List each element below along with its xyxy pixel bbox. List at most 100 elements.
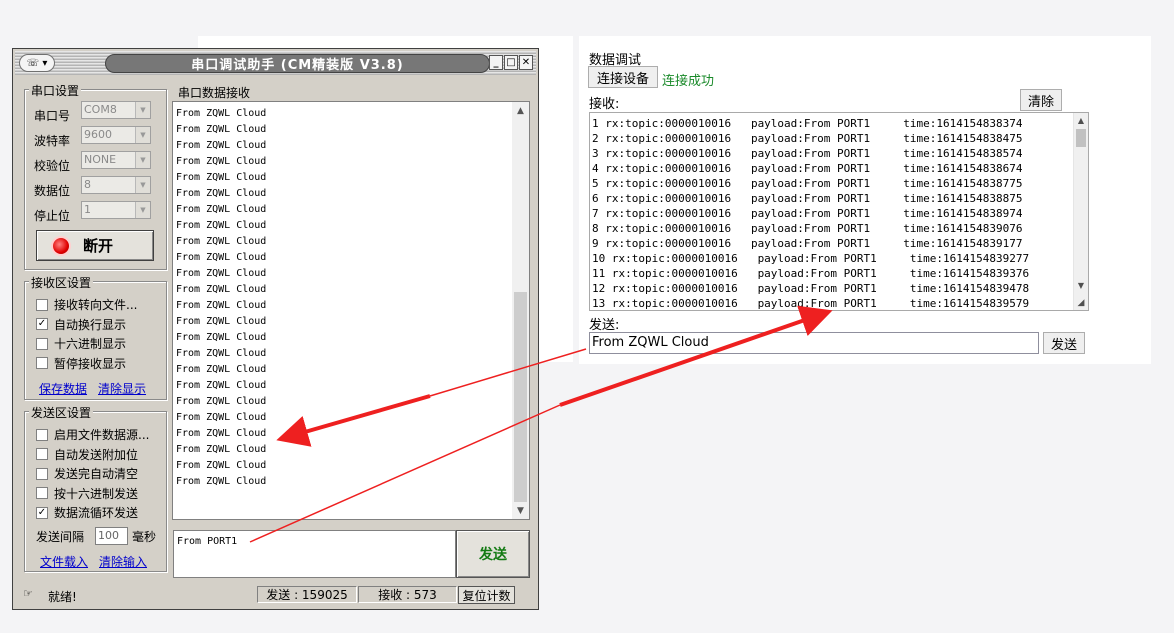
status-bar: ☞ 就绪! 发送 : 159025 接收 : 573 复位计数 <box>16 584 535 606</box>
save-data-link[interactable]: 保存数据 <box>39 380 87 397</box>
rx-line: From ZQWL Cloud <box>176 428 267 439</box>
receive-line: 9 rx:topic:0000010016 payload:From PORT1… <box>592 237 1023 250</box>
rx-scrollbar[interactable]: ▲ ▼ <box>512 102 529 519</box>
stopbits-label: 停止位 <box>34 209 71 223</box>
option-label: 启用文件数据源... <box>54 428 150 442</box>
option-row[interactable]: 暂停接收显示 <box>36 355 126 372</box>
rx-line: From ZQWL Cloud <box>176 252 267 263</box>
databits-select[interactable]: 8 ▼ <box>81 176 151 194</box>
checkbox-icon[interactable] <box>36 487 48 499</box>
status-icon: ☞ <box>23 587 33 600</box>
web-debug-panel: 数据调试 连接设备 连接成功 接收: 清除 1 rx:topic:0000010… <box>579 36 1151 364</box>
rx-line: From ZQWL Cloud <box>176 332 267 343</box>
scroll-down-icon[interactable]: ▼ <box>512 502 529 519</box>
databits-value: 8 <box>84 178 91 191</box>
port-label: 串口号 <box>34 109 71 123</box>
clear-display-link[interactable]: 清除显示 <box>98 380 146 397</box>
port-select[interactable]: COM8 ▼ <box>81 101 151 119</box>
minimize-icon[interactable]: _ <box>489 55 503 70</box>
option-label: 数据流循环发送 <box>54 506 139 520</box>
system-menu-icon[interactable]: ☏ ▾ <box>19 54 55 72</box>
disconnect-button[interactable]: 断开 <box>36 230 154 261</box>
option-row[interactable]: 发送完自动清空 <box>36 465 138 482</box>
receive-label: 接收: <box>589 97 620 112</box>
scroll-up-icon[interactable]: ▲ <box>512 102 529 119</box>
status-text: 就绪! <box>48 590 77 604</box>
option-row[interactable]: 接收转向文件... <box>36 296 137 313</box>
resize-grip-icon[interactable]: ◢ <box>1074 296 1088 310</box>
rx-line: From ZQWL Cloud <box>176 364 267 375</box>
receive-line: 3 rx:topic:0000010016 payload:From PORT1… <box>592 147 1023 160</box>
web-send-button[interactable]: 发送 <box>1043 332 1085 354</box>
rx-line: From ZQWL Cloud <box>176 204 267 215</box>
chevron-down-icon[interactable]: ▼ <box>135 152 150 168</box>
rx-line: From ZQWL Cloud <box>176 124 267 135</box>
received-count: 接收 : 573 <box>358 586 457 603</box>
maximize-icon[interactable]: □ <box>504 55 518 70</box>
clear-button[interactable]: 清除 <box>1020 89 1062 111</box>
receive-line: 1 rx:topic:0000010016 payload:From PORT1… <box>592 117 1023 130</box>
checkbox-icon[interactable] <box>36 467 48 480</box>
option-row[interactable]: 启用文件数据源... <box>36 426 149 443</box>
rx-line: From ZQWL Cloud <box>176 412 267 423</box>
rx-line: From ZQWL Cloud <box>176 284 267 295</box>
chevron-down-icon[interactable]: ▼ <box>135 102 150 118</box>
chevron-down-icon[interactable]: ▼ <box>135 177 150 193</box>
port-value: COM8 <box>84 103 117 116</box>
clear-input-link[interactable]: 清除输入 <box>99 553 147 570</box>
option-row[interactable]: ✓ 自动换行显示 <box>36 316 126 333</box>
serial-send-button[interactable]: 发送 <box>456 530 530 578</box>
checkbox-icon[interactable] <box>36 298 48 311</box>
group-title: 串口设置 <box>29 82 82 99</box>
databits-label: 数据位 <box>34 184 71 198</box>
connection-status: 连接成功 <box>662 74 715 89</box>
option-label: 自动换行显示 <box>54 317 127 332</box>
connect-device-button[interactable]: 连接设备 <box>588 66 658 88</box>
checkbox-icon[interactable] <box>36 448 48 460</box>
send-input[interactable]: From ZQWL Cloud <box>589 332 1039 354</box>
checkbox-checked-icon[interactable]: ✓ <box>36 318 48 330</box>
title-bar[interactable]: ☏ ▾ 串口调试助手 (CM精装版 V3.8) _ □ ✕ <box>15 51 536 75</box>
receive-line: 10 rx:topic:0000010016 payload:From PORT… <box>592 252 1030 265</box>
serial-receive-area[interactable]: From ZQWL Cloud From ZQWL Cloud From ZQWL … <box>172 101 530 520</box>
rx-line: From ZQWL Cloud <box>176 172 267 183</box>
receive-line: 7 rx:topic:0000010016 payload:From PORT1… <box>592 207 1023 220</box>
send-label: 发送: <box>589 318 620 333</box>
scroll-thumb[interactable] <box>514 292 527 502</box>
option-row[interactable]: 自动发送附加位 <box>36 446 138 463</box>
scroll-thumb[interactable] <box>1076 129 1086 147</box>
checkbox-icon[interactable] <box>36 428 48 441</box>
interval-input[interactable]: 100 <box>95 527 128 545</box>
rx-line: From ZQWL Cloud <box>176 380 267 391</box>
window-title: 串口调试助手 (CM精装版 V3.8) <box>105 54 490 73</box>
parity-value: NONE <box>84 153 117 166</box>
close-icon[interactable]: ✕ <box>519 55 533 70</box>
parity-select[interactable]: NONE ▼ <box>81 151 151 169</box>
rx-line: From ZQWL Cloud <box>176 268 267 279</box>
reset-count-button[interactable]: 复位计数 <box>458 586 515 604</box>
scroll-up-icon[interactable]: ▲ <box>1074 113 1088 127</box>
baud-select[interactable]: 9600 ▼ <box>81 126 151 144</box>
rx-line: From ZQWL Cloud <box>176 396 267 407</box>
option-label: 十六进制显示 <box>54 337 127 351</box>
chevron-down-icon[interactable]: ▼ <box>135 202 150 218</box>
option-row[interactable]: 按十六进制发送 <box>36 485 138 502</box>
checkbox-checked-icon[interactable]: ✓ <box>36 506 48 519</box>
checkbox-icon[interactable] <box>36 337 48 350</box>
chevron-down-icon[interactable]: ▼ <box>135 127 150 143</box>
serial-send-textarea[interactable]: From PORT1 <box>173 530 456 578</box>
load-file-link[interactable]: 文件载入 <box>40 553 88 570</box>
group-title: 接收区设置 <box>29 274 94 291</box>
rx-line: From ZQWL Cloud <box>176 140 267 151</box>
option-row[interactable]: 十六进制显示 <box>36 335 126 352</box>
receive-textarea[interactable]: 1 rx:topic:0000010016 payload:From PORT1… <box>589 112 1089 311</box>
rx-line: From ZQWL Cloud <box>176 220 267 231</box>
group-title: 发送区设置 <box>29 404 94 421</box>
receive-scrollbar[interactable]: ▲ ▼ ◢ <box>1073 113 1088 310</box>
receive-line: 11 rx:topic:0000010016 payload:From PORT… <box>592 267 1030 280</box>
rx-line: From ZQWL Cloud <box>176 316 267 327</box>
option-row[interactable]: ✓ 数据流循环发送 <box>36 504 138 521</box>
checkbox-icon[interactable] <box>36 357 48 369</box>
stopbits-select[interactable]: 1 ▼ <box>81 201 151 219</box>
scroll-down-icon[interactable]: ▼ <box>1074 278 1088 292</box>
